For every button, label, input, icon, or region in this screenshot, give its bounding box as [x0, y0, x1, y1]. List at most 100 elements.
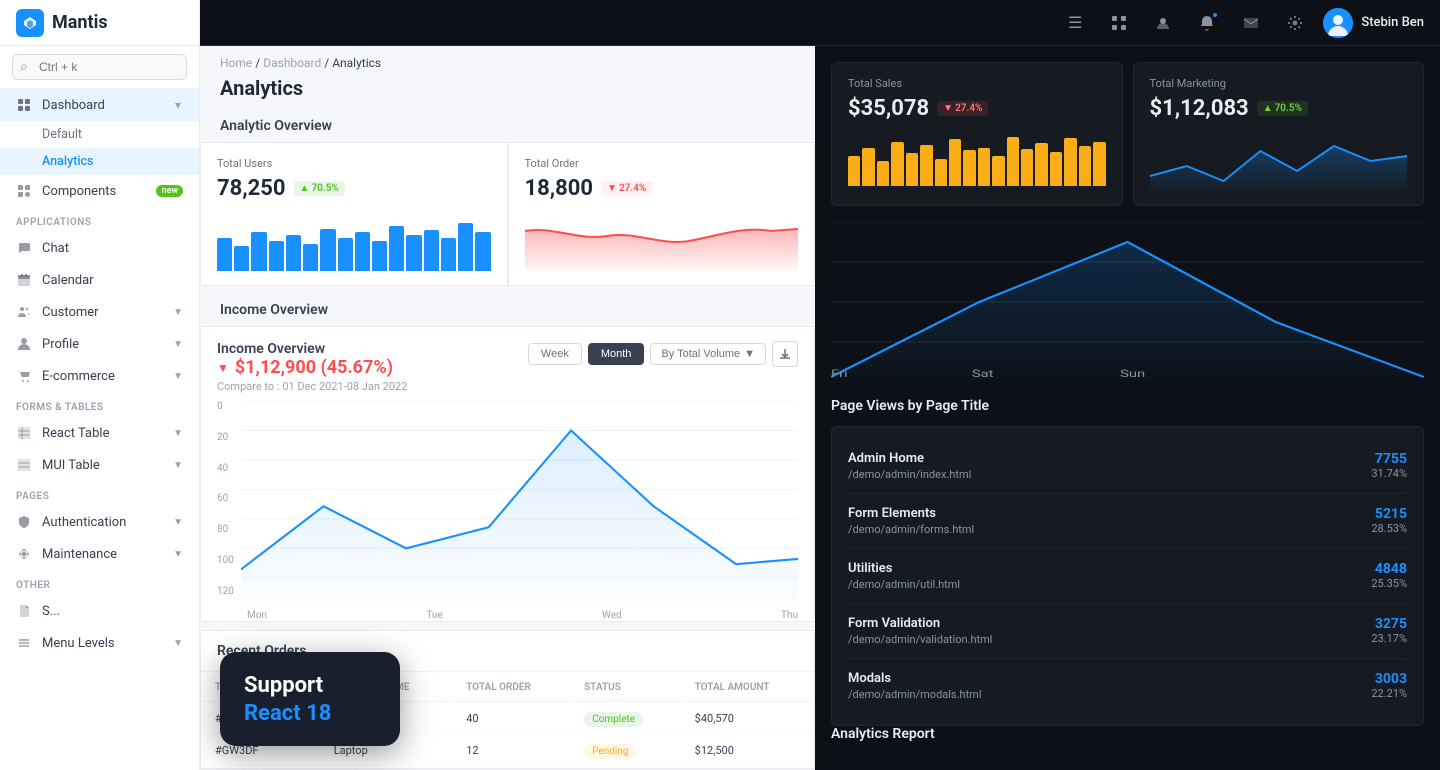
sidebar-item-mui-table[interactable]: MUI Table ▼	[0, 449, 199, 481]
bar	[389, 226, 404, 271]
react-table-chevron: ▼	[173, 428, 183, 439]
month-button[interactable]: Month	[588, 343, 645, 365]
breadcrumb-home[interactable]: Home	[220, 56, 252, 70]
sidebar-item-calendar[interactable]: Calendar	[0, 264, 199, 296]
gold-bar	[1050, 152, 1062, 186]
notification-badge	[1211, 11, 1219, 19]
sidebar-item-customer[interactable]: Customer ▼	[0, 296, 199, 328]
gold-bar	[1079, 146, 1091, 186]
sidebar-item-chat[interactable]: Chat	[0, 232, 199, 264]
messages-button[interactable]	[1235, 7, 1267, 39]
sidebar-item-maintenance[interactable]: Maintenance ▼	[0, 538, 199, 570]
profile-switch-icon	[1155, 15, 1171, 31]
gold-bar	[1007, 137, 1019, 187]
pv-pct-5: 22.21%	[1371, 687, 1407, 700]
analytic-overview-header: Analytic Overview	[200, 110, 815, 142]
right-panel: Total Sales $35,078 ▼ 27.4%	[815, 46, 1440, 770]
menu-levels-label: Menu Levels	[42, 636, 115, 651]
customer-label: Customer	[42, 305, 99, 320]
sidebar-item-dashboard[interactable]: Dashboard ▲	[0, 89, 199, 121]
apps-button[interactable]	[1103, 7, 1135, 39]
user-menu[interactable]: Stebin Ben	[1323, 8, 1424, 38]
order-value: 18,800	[525, 176, 594, 201]
income-controls: Week Month By Total Volume ▼	[528, 341, 798, 367]
search-input[interactable]	[12, 54, 187, 80]
calendar-label: Calendar	[42, 273, 94, 288]
income-header: Income Overview ▼ $1,12,900 (45.67%) Com…	[201, 327, 814, 401]
bar	[372, 241, 387, 271]
avatar	[1323, 8, 1353, 38]
ecommerce-icon	[16, 368, 32, 384]
sidebar-item-menu-levels[interactable]: Menu Levels ▼	[0, 627, 199, 659]
volume-label: By Total Volume	[661, 348, 740, 360]
col-amount: TOTAL AMOUNT	[683, 674, 812, 702]
page-title: Analytics	[200, 74, 815, 110]
breadcrumb-dashboard[interactable]: Dashboard	[263, 56, 321, 70]
pv-count-1: 7755	[1371, 451, 1407, 467]
gold-bar	[1035, 143, 1047, 186]
download-button[interactable]	[772, 341, 798, 367]
bar	[441, 238, 456, 271]
mui-table-label: MUI Table	[42, 458, 100, 473]
week-button[interactable]: Week	[528, 343, 582, 365]
ecommerce-chevron: ▼	[173, 371, 183, 382]
settings-button[interactable]	[1279, 7, 1311, 39]
volume-select[interactable]: By Total Volume ▼	[650, 343, 766, 365]
users-value: 78,250	[217, 176, 286, 201]
user-name: Stebin Ben	[1361, 15, 1424, 30]
pv-pct-2: 28.53%	[1371, 522, 1407, 535]
sample-icon	[16, 603, 32, 619]
sidebar-item-components[interactable]: Components new	[0, 175, 199, 207]
stat-card-users: Total Users 78,250 ▲ 70.5%	[200, 142, 508, 286]
income-compare: Compare to : 01 Dec 2021-08 Jan 2022	[217, 380, 407, 393]
notification-button[interactable]	[1191, 7, 1223, 39]
bar	[475, 232, 490, 271]
gold-bar	[978, 148, 990, 187]
pv-title-4: Form Validation	[848, 616, 992, 631]
page-view-utilities: Utilities /demo/admin/util.html 4848 25.…	[848, 549, 1407, 604]
sidebar-sub-analytics[interactable]: Analytics	[0, 148, 199, 175]
pv-url-2: /demo/admin/forms.html	[848, 523, 974, 536]
users-value-row: 78,250 ▲ 70.5%	[217, 176, 491, 201]
svg-text:Sun: Sun	[1120, 368, 1145, 380]
dashboard-icon	[16, 97, 32, 113]
sidebar-item-profile[interactable]: Profile ▼	[0, 328, 199, 360]
chat-label: Chat	[42, 241, 69, 256]
pv-title-3: Utilities	[848, 561, 960, 576]
dashboard-label: Dashboard	[42, 98, 105, 113]
profile-label: Profile	[42, 337, 79, 352]
volume-chevron: ▼	[744, 348, 755, 360]
pv-title-2: Form Elements	[848, 506, 974, 521]
profile-switch-button[interactable]	[1147, 7, 1179, 39]
order-label: Total Order	[525, 157, 799, 170]
pv-count-4: 3275	[1371, 616, 1407, 632]
order-badge: ▼ 27.4%	[601, 181, 652, 196]
auth-chevron: ▼	[173, 517, 183, 528]
bar	[286, 235, 301, 271]
marketing-label: Total Marketing	[1150, 77, 1408, 90]
bar	[251, 232, 266, 271]
apps-icon	[1111, 15, 1127, 31]
mail-icon	[1243, 15, 1259, 31]
sidebar-item-authentication[interactable]: Authentication ▼	[0, 506, 199, 538]
income-chart-svg-area	[241, 401, 798, 601]
maintenance-label: Maintenance	[42, 547, 117, 562]
sidebar-sub-default[interactable]: Default	[0, 121, 199, 148]
page-view-form-validation: Form Validation /demo/admin/validation.h…	[848, 604, 1407, 659]
page-view-form-elements: Form Elements /demo/admin/forms.html 521…	[848, 494, 1407, 549]
sidebar-item-react-table[interactable]: React Table ▼	[0, 417, 199, 449]
stat-card-sales: Total Sales $35,078 ▼ 27.4%	[831, 62, 1123, 206]
dark-income-chart-section: Fri Sat Sun	[831, 222, 1424, 382]
sidebar-item-sample[interactable]: S...	[0, 595, 199, 627]
maintenance-icon	[16, 546, 32, 562]
bar	[320, 229, 335, 271]
mui-table-icon	[16, 457, 32, 473]
sales-value-row: $35,078 ▼ 27.4%	[848, 96, 1106, 121]
sales-badge: ▼ 27.4%	[937, 101, 988, 116]
hamburger-button[interactable]: ☰	[1059, 7, 1091, 39]
sidebar-item-ecommerce[interactable]: E-commerce ▼	[0, 360, 199, 392]
col-status: STATUS	[572, 674, 680, 702]
users-chart	[217, 211, 491, 271]
profile-chevron: ▼	[173, 339, 183, 350]
users-badge-value: 70.5%	[311, 183, 338, 194]
